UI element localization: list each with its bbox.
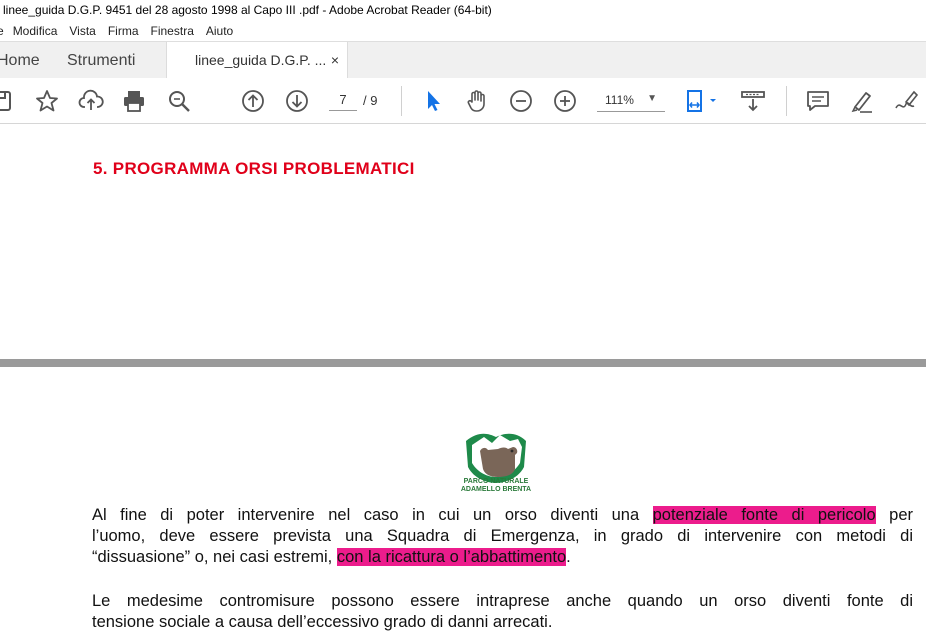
- print-icon[interactable]: [121, 88, 147, 114]
- tab-bar: Home Strumenti linee_guida D.G.P. ... ×: [0, 41, 926, 80]
- window-title: linee_guida D.G.P. 9451 del 28 agosto 19…: [0, 0, 926, 20]
- zoom-out-icon[interactable]: [508, 88, 534, 114]
- menu-file[interactable]: e: [0, 24, 4, 38]
- paragraph: Le medesime contromisure possono essere …: [92, 591, 913, 633]
- menu-finestra[interactable]: Finestra: [151, 24, 194, 38]
- menu-bar: e Modifica Vista Firma Finestra Aiuto: [0, 20, 926, 41]
- tab-document[interactable]: linee_guida D.G.P. ... ×: [166, 42, 348, 80]
- paragraph: Al fine di poter intervenire nel caso in…: [92, 505, 913, 568]
- logo-text-line: ADAMELLO BRENTA: [460, 486, 532, 493]
- menu-aiuto[interactable]: Aiuto: [206, 24, 233, 38]
- star-icon[interactable]: [34, 88, 60, 114]
- text-run: Al fine di poter intervenire nel caso in…: [92, 506, 653, 524]
- chevron-down-icon: ▼: [647, 93, 657, 104]
- text-run: “dissuasione” o, nei casi estremi,: [92, 548, 337, 566]
- toolbar-divider: [786, 86, 787, 116]
- toolbar: / 9 111% ▼: [0, 78, 926, 124]
- section-heading: 5. PROGRAMMA ORSI PROBLEMATICI: [93, 159, 415, 178]
- highlighted-text[interactable]: con la ricattura o l’abbattimento: [336, 548, 567, 566]
- comment-icon[interactable]: [805, 88, 831, 114]
- save-icon[interactable]: [0, 88, 14, 114]
- highlight-icon[interactable]: [848, 88, 874, 114]
- menu-firma[interactable]: Firma: [108, 24, 139, 38]
- hand-icon[interactable]: [464, 88, 490, 114]
- page-down-icon[interactable]: [284, 88, 310, 114]
- menu-modifica[interactable]: Modifica: [13, 24, 58, 38]
- text-line: “dissuasione” o, nei casi estremi, con l…: [92, 547, 913, 568]
- zoom-in-icon[interactable]: [552, 88, 578, 114]
- close-tab-icon[interactable]: ×: [331, 42, 339, 79]
- highlighted-text[interactable]: potenziale fonte di pericolo: [652, 506, 876, 524]
- text-run: per: [875, 506, 913, 524]
- select-cursor-icon[interactable]: [420, 88, 446, 114]
- page-separator: [0, 359, 926, 367]
- page-number-input[interactable]: [329, 89, 357, 111]
- toolbar-divider: [401, 86, 402, 116]
- sign-icon[interactable]: [892, 88, 919, 114]
- menu-vista[interactable]: Vista: [69, 24, 95, 38]
- search-icon[interactable]: [166, 88, 192, 114]
- scroll-mode-icon[interactable]: [740, 88, 766, 114]
- zoom-value: 111%: [605, 93, 634, 107]
- tab-home[interactable]: Home: [0, 42, 40, 79]
- text-line: tensione sociale a causa dell’eccessivo …: [92, 613, 553, 631]
- logo-caption: PARCO NATURALE ADAMELLO BRENTA: [456, 478, 536, 494]
- text-line: l’uomo, deve essere prevista una Squadra…: [92, 527, 913, 545]
- zoom-select[interactable]: 111% ▼: [597, 90, 665, 112]
- page-up-icon[interactable]: [240, 88, 266, 114]
- text-line: Le medesime contromisure possono essere …: [92, 592, 913, 610]
- document-view[interactable]: 5. PROGRAMMA ORSI PROBLEMATICI PARCO NAT…: [0, 125, 926, 638]
- text-run: .: [566, 548, 571, 566]
- tab-tools[interactable]: Strumenti: [67, 42, 135, 79]
- page-total: / 9: [363, 93, 378, 108]
- fit-page-icon[interactable]: [684, 88, 720, 114]
- cloud-upload-icon[interactable]: [78, 88, 104, 114]
- logo-text-line: PARCO NATURALE: [463, 478, 529, 485]
- text-line: Al fine di poter intervenire nel caso in…: [92, 505, 913, 526]
- tab-document-label: linee_guida D.G.P. ...: [195, 52, 327, 68]
